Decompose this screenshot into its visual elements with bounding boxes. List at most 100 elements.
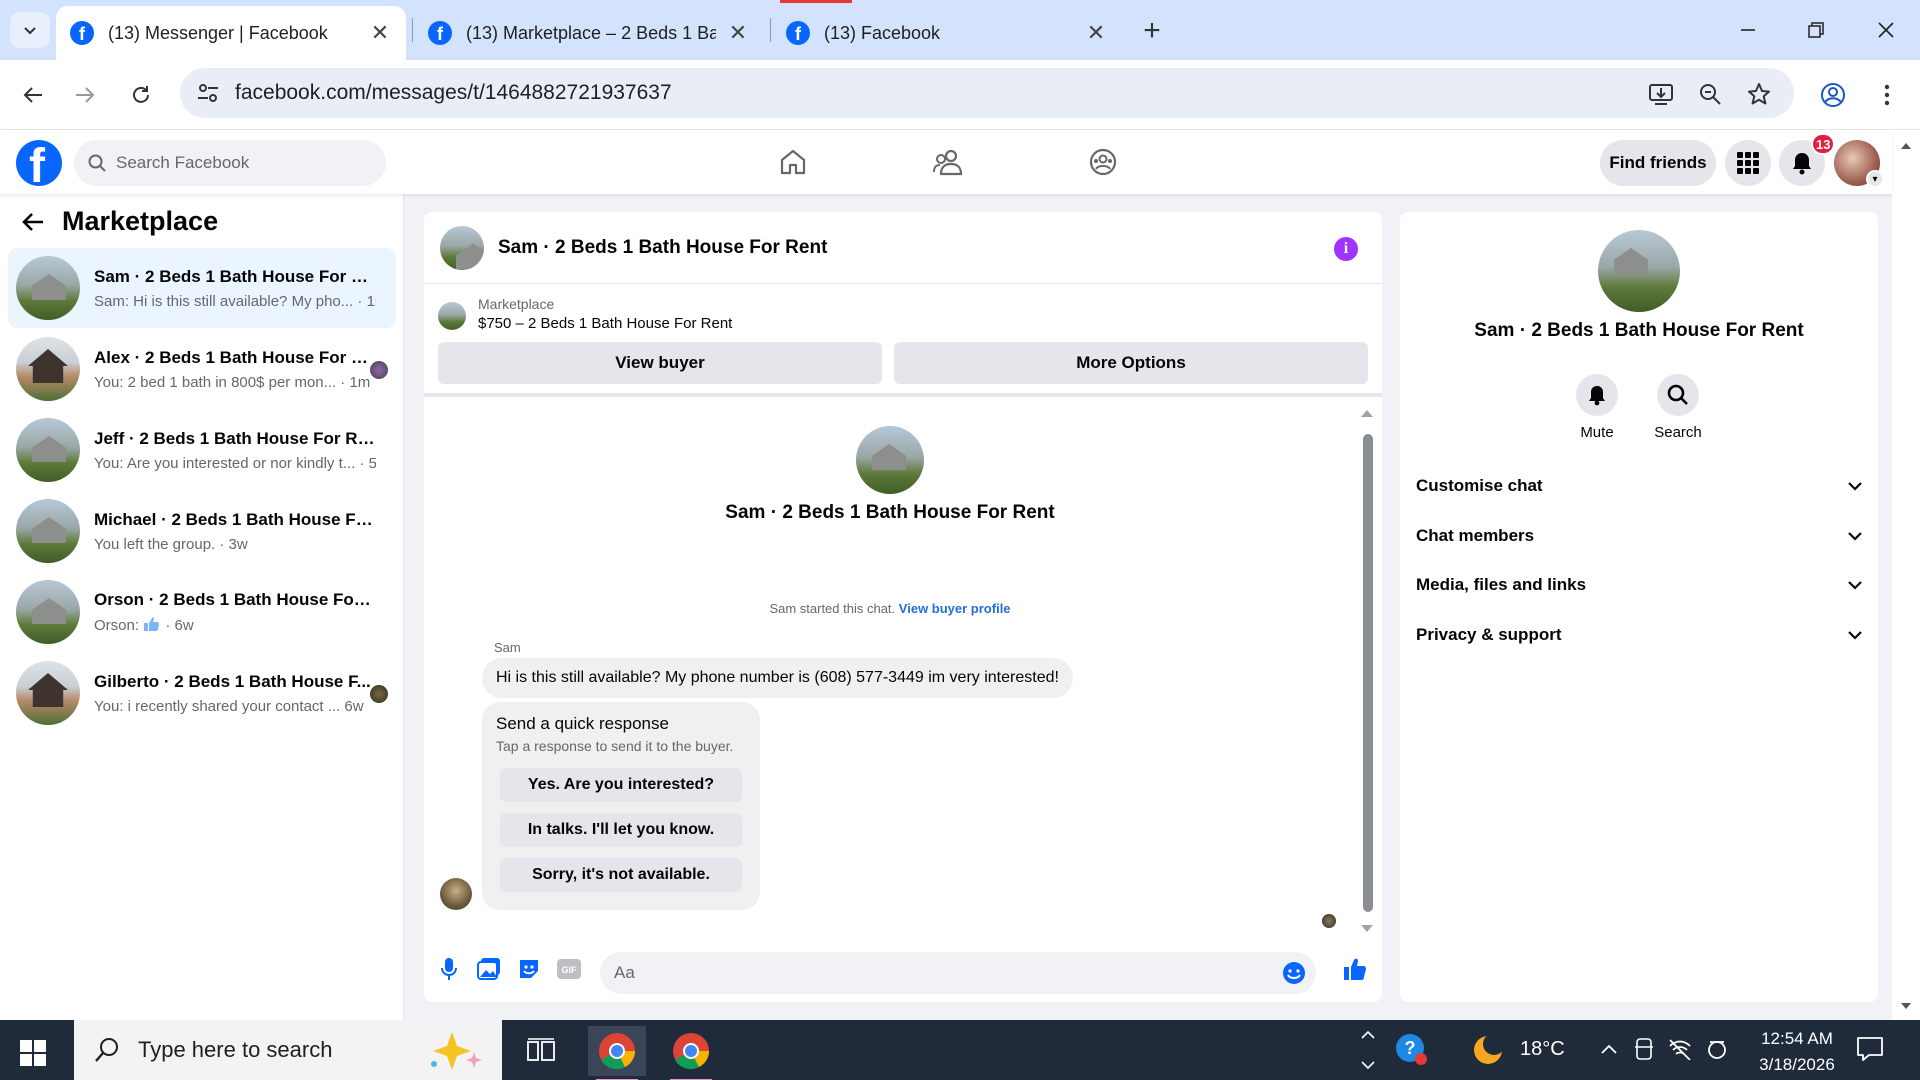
chrome-taskbar-app[interactable] (588, 1026, 646, 1080)
chrome-profile-taskbar-app[interactable] (662, 1026, 720, 1080)
show-hidden-icons-button[interactable] (1600, 1040, 1618, 1063)
minimize-button[interactable] (1728, 10, 1768, 50)
conversation-name: Michael · 2 Beds 1 Bath House For ... (94, 509, 376, 529)
message-bubble[interactable]: Hi is this still available? My phone num… (482, 658, 1073, 698)
facebook-logo-icon[interactable]: f (16, 140, 62, 186)
info-icon[interactable]: i (1334, 237, 1358, 261)
reload-button[interactable] (122, 76, 160, 114)
new-tab-button[interactable]: + (1136, 14, 1168, 48)
task-view-button[interactable] (512, 1026, 570, 1076)
chevron-up-icon (1601, 1044, 1617, 1054)
quick-response-title: Send a quick response (496, 714, 669, 733)
listing-title: $750 – 2 Beds 1 Bath House For Rent (478, 315, 733, 332)
arrow-left-icon (23, 87, 42, 103)
windows-start-button[interactable] (20, 1040, 46, 1071)
chat-title[interactable]: Sam · 2 Beds 1 Bath House For Rent (498, 237, 827, 259)
gif-icon[interactable]: GIF (556, 956, 582, 982)
menu-button[interactable] (1725, 140, 1771, 186)
conversation-item[interactable]: Sam · 2 Beds 1 Bath House For Rent Sam: … (8, 248, 396, 328)
weather-temperature[interactable]: 18°C (1520, 1038, 1565, 1061)
mute-action[interactable]: Mute (1562, 374, 1632, 441)
close-window-button[interactable] (1866, 10, 1906, 50)
home-nav-button[interactable] (773, 142, 813, 182)
quick-response-in-talks[interactable]: In talks. I'll let you know. (500, 813, 742, 847)
tab-search-button[interactable] (10, 12, 50, 48)
bell-icon (1576, 374, 1618, 416)
network-icon[interactable] (1668, 1038, 1692, 1065)
privacy-support-section[interactable]: Privacy & support (1416, 615, 1862, 655)
help-tray-icon[interactable]: ? (1394, 1032, 1430, 1073)
home-icon (780, 149, 806, 175)
media-files-links-section[interactable]: Media, files and links (1416, 565, 1862, 605)
friends-nav-button[interactable] (928, 142, 968, 182)
browser-tab-facebook[interactable]: f (13) Facebook ✕ (772, 6, 1122, 60)
close-tab-icon[interactable]: ✕ (368, 20, 392, 46)
facebook-search-input[interactable]: Search Facebook (74, 140, 386, 186)
system-clock[interactable]: 12:54 AM 3/18/2026 (1742, 1026, 1852, 1078)
like-button[interactable] (1342, 956, 1368, 982)
browser-menu-button[interactable] (1868, 76, 1906, 114)
conversation-item[interactable]: Jeff · 2 Beds 1 Bath House For Rent You:… (8, 410, 396, 490)
conversation-item[interactable]: Michael · 2 Beds 1 Bath House For ... Yo… (8, 491, 396, 571)
notification-center-button[interactable] (1856, 1036, 1884, 1067)
chat-avatar[interactable] (440, 225, 484, 270)
back-button[interactable] (14, 76, 52, 114)
groups-nav-button[interactable] (1083, 142, 1123, 182)
account-avatar[interactable]: ▾ (1834, 140, 1884, 188)
search-action[interactable]: Search (1643, 374, 1713, 441)
scrollbar-thumb[interactable] (1363, 434, 1373, 912)
conversation-preview: You: Are you interested or nor kindly t.… (94, 454, 376, 472)
more-options-button[interactable]: More Options (894, 342, 1368, 384)
meet-now-icon[interactable] (1634, 1038, 1654, 1065)
close-tab-icon[interactable]: ✕ (726, 20, 750, 46)
conversation-item[interactable]: Orson · 2 Beds 1 Bath House For R... Ors… (8, 572, 396, 652)
photo-icon[interactable] (476, 956, 502, 982)
browser-tab-strip: f (13) Messenger | Facebook ✕ f (13) Mar… (0, 0, 1920, 60)
quick-response-not-available[interactable]: Sorry, it's not available. (500, 858, 742, 892)
conversation-item[interactable]: Alex · 2 Beds 1 Bath House For R... You:… (8, 329, 396, 409)
browser-toolbar: facebook.com/messages/t/1464882721937637 (0, 60, 1920, 130)
started-text: Sam started this chat. (769, 601, 896, 616)
address-bar[interactable]: facebook.com/messages/t/1464882721937637 (180, 68, 1794, 118)
conversation-name: Sam · 2 Beds 1 Bath House For Rent (94, 266, 376, 286)
browser-tab-messenger[interactable]: f (13) Messenger | Facebook ✕ (56, 6, 406, 60)
quick-response-yes[interactable]: Yes. Are you interested? (500, 768, 742, 802)
browser-tab-marketplace[interactable]: f (13) Marketplace – 2 Beds 1 Bat ✕ (414, 6, 764, 60)
zoom-icon[interactable] (1697, 81, 1723, 107)
sender-avatar[interactable] (440, 878, 472, 910)
chat-scrollbar[interactable] (1360, 400, 1374, 932)
quick-response-card: Send a quick response Tap a response to … (482, 702, 760, 910)
microphone-icon[interactable] (436, 956, 462, 982)
bookmark-star-icon[interactable] (1746, 81, 1772, 107)
taskbar-scroll-arrows[interactable] (1360, 1024, 1376, 1080)
message-input[interactable]: Aa (600, 952, 1316, 994)
page-scrollbar[interactable] (1892, 130, 1920, 1020)
back-arrow-icon[interactable] (22, 212, 44, 232)
conversation-item[interactable]: Gilberto · 2 Beds 1 Bath House F... You:… (8, 653, 396, 733)
view-buyer-profile-link[interactable]: View buyer profile (899, 601, 1011, 616)
conversation-preview: Sam: Hi is this still available? My pho.… (94, 292, 376, 310)
close-tab-icon[interactable]: ✕ (1084, 20, 1108, 46)
site-settings-icon[interactable] (196, 81, 220, 105)
weather-icon[interactable] (1470, 1032, 1506, 1073)
install-app-icon[interactable] (1648, 81, 1674, 107)
restore-button[interactable] (1796, 10, 1836, 50)
find-friends-button[interactable]: Find friends (1600, 140, 1716, 186)
profile-button[interactable] (1814, 76, 1852, 114)
customise-chat-section[interactable]: Customise chat (1416, 466, 1862, 506)
chat-header[interactable]: Sam · 2 Beds 1 Bath House For Rent i (424, 212, 1382, 284)
emoji-icon[interactable] (1282, 961, 1306, 985)
info-avatar (1598, 230, 1680, 312)
read-receipt-avatar (1322, 914, 1336, 928)
chat-members-section[interactable]: Chat members (1416, 516, 1862, 556)
forward-button[interactable] (66, 76, 104, 114)
sticker-icon[interactable] (516, 956, 542, 982)
section-label: Media, files and links (1416, 575, 1587, 594)
view-buyer-button[interactable]: View buyer (438, 342, 882, 384)
volume-icon[interactable] (1706, 1038, 1728, 1065)
task-view-icon (527, 1038, 555, 1061)
taskbar-search-input[interactable]: Type here to search (74, 1020, 502, 1080)
marketplace-listing-row[interactable]: Marketplace $750 – 2 Beds 1 Bath House F… (438, 296, 732, 332)
quick-response-subtitle: Tap a response to send it to the buyer. (496, 738, 734, 754)
url-text[interactable]: facebook.com/messages/t/1464882721937637 (235, 81, 672, 105)
